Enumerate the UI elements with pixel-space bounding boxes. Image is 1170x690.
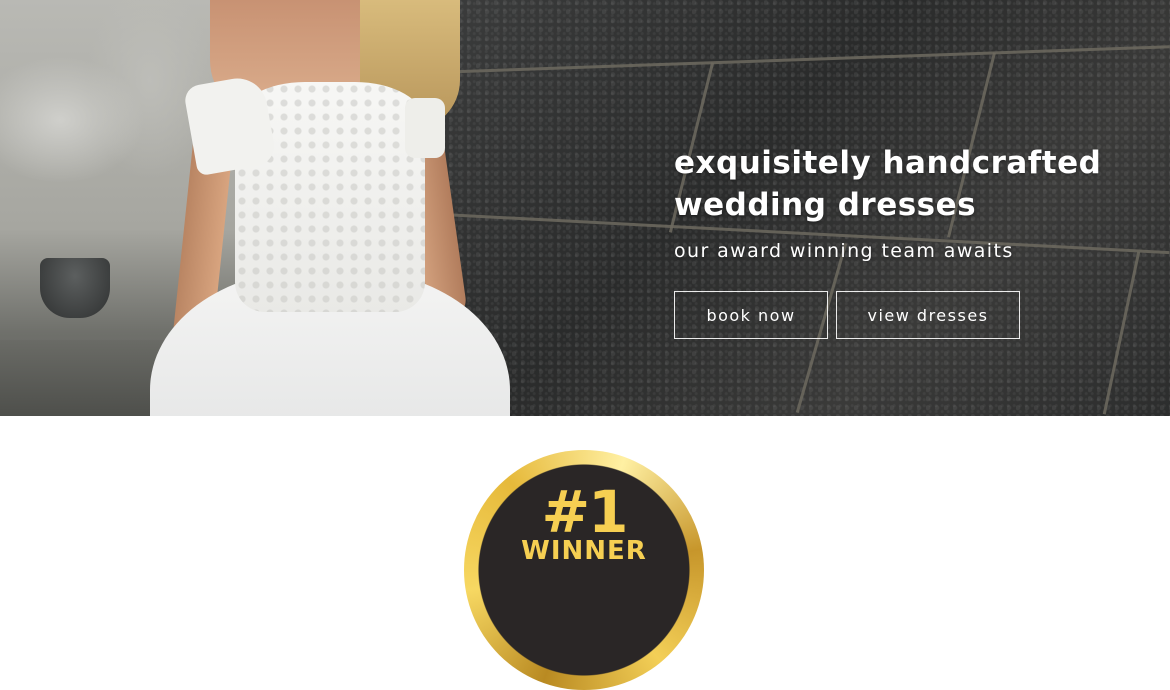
hero-banner: exquisitely handcrafted wedding dresses …: [0, 0, 1170, 416]
stone-seam: [440, 45, 1170, 74]
view-dresses-button[interactable]: view dresses: [836, 291, 1020, 339]
bride-photo: [150, 0, 520, 416]
hero-headline-line1: exquisitely handcrafted: [674, 145, 1102, 181]
hero-button-group: book now view dresses: [674, 291, 1020, 339]
badge-word: WINNER: [521, 536, 647, 566]
stone-seam: [1102, 251, 1141, 415]
hero-headline: exquisitely handcrafted wedding dresses: [674, 142, 1134, 226]
stone-planter: [40, 258, 110, 318]
lace-sleeve-right: [405, 98, 445, 158]
hero-text-block: exquisitely handcrafted wedding dresses …: [674, 142, 1134, 262]
hero-subline: our award winning team awaits: [674, 240, 1014, 262]
book-now-button[interactable]: book now: [674, 291, 828, 339]
award-section: #1 WINNER: [0, 416, 1170, 690]
hero-headline-line2: wedding dresses: [674, 187, 977, 223]
award-winner-badge: #1 WINNER: [464, 450, 704, 690]
